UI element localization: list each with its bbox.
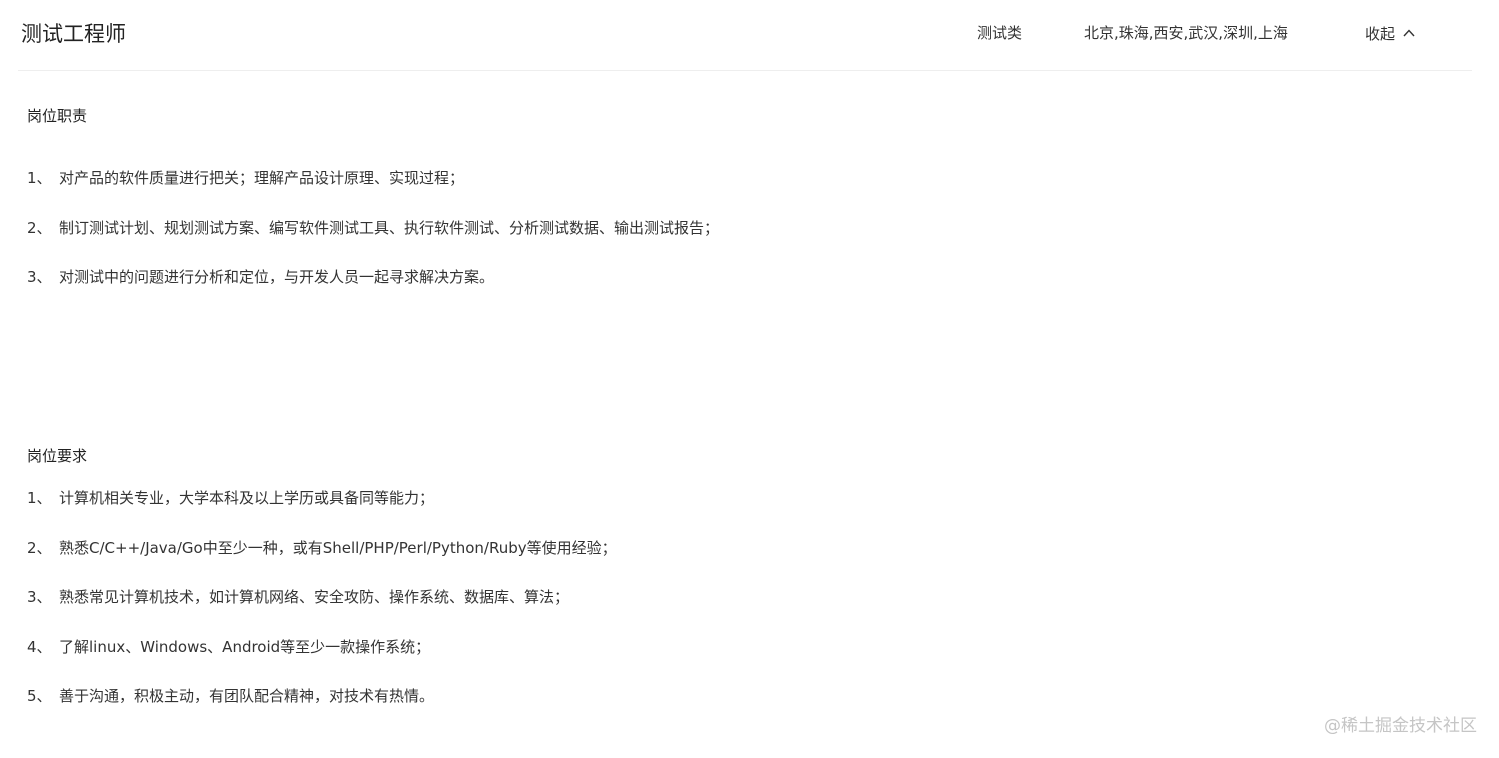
- requirements-title: 岗位要求: [27, 447, 88, 465]
- responsibilities-title: 岗位职责: [27, 107, 88, 125]
- job-detail-page: 测试工程师 测试类 北京,珠海,西安,武汉,深圳,上海 收起 岗位职责 1、 对产…: [0, 0, 1499, 758]
- job-locations: 北京,珠海,西安,武汉,深圳,上海: [1084, 24, 1288, 42]
- chevron-up-icon: [1402, 26, 1416, 40]
- collapse-button[interactable]: 收起: [1365, 21, 1416, 45]
- requirement-item: 3、 熟悉常见计算机技术，如计算机网络、安全攻防、操作系统、数据库、算法；: [27, 586, 569, 608]
- responsibility-item: 3、 对测试中的问题进行分析和定位，与开发人员一起寻求解决方案。: [27, 266, 494, 288]
- requirement-item: 4、 了解linux、Windows、Android等至少一款操作系统；: [27, 636, 430, 658]
- item-number: 2、: [27, 219, 52, 237]
- job-header: 测试工程师 测试类 北京,珠海,西安,武汉,深圳,上海 收起: [18, 0, 1472, 71]
- item-text: 对产品的软件质量进行把关；理解产品设计原理、实现过程；: [59, 169, 465, 187]
- item-text: 了解linux、Windows、Android等至少一款操作系统；: [59, 638, 431, 656]
- item-number: 1、: [27, 169, 52, 187]
- watermark: @稀土掘金技术社区: [1324, 716, 1477, 736]
- item-number: 3、: [27, 588, 52, 606]
- requirement-item: 1、 计算机相关专业，大学本科及以上学历或具备同等能力；: [27, 487, 434, 509]
- job-category: 测试类: [977, 24, 1023, 42]
- item-number: 2、: [27, 539, 52, 557]
- item-number: 3、: [27, 268, 52, 286]
- item-number: 1、: [27, 489, 52, 507]
- requirement-item: 2、 熟悉C/C++/Java/Go中至少一种，或有Shell/PHP/Perl/…: [27, 537, 617, 559]
- item-text: 熟悉常见计算机技术，如计算机网络、安全攻防、操作系统、数据库、算法；: [59, 588, 570, 606]
- responsibility-item: 2、 制订测试计划、规划测试方案、编写软件测试工具、执行软件测试、分析测试数据、输…: [27, 217, 719, 239]
- item-text: 对测试中的问题进行分析和定位，与开发人员一起寻求解决方案。: [59, 268, 495, 286]
- responsibility-item: 1、 对产品的软件质量进行把关；理解产品设计原理、实现过程；: [27, 167, 464, 189]
- requirement-item: 5、 善于沟通，积极主动，有团队配合精神，对技术有热情。: [27, 685, 434, 707]
- item-number: 5、: [27, 687, 52, 705]
- item-text: 熟悉C/C++/Java/Go中至少一种，或有Shell/PHP/Perl/Py…: [59, 539, 617, 557]
- item-text: 制订测试计划、规划测试方案、编写软件测试工具、执行软件测试、分析测试数据、输出测…: [59, 219, 720, 237]
- item-text: 计算机相关专业，大学本科及以上学历或具备同等能力；: [59, 489, 435, 507]
- collapse-label: 收起: [1365, 24, 1396, 43]
- job-title: 测试工程师: [21, 22, 126, 46]
- item-number: 4、: [27, 638, 52, 656]
- item-text: 善于沟通，积极主动，有团队配合精神，对技术有热情。: [59, 687, 435, 705]
